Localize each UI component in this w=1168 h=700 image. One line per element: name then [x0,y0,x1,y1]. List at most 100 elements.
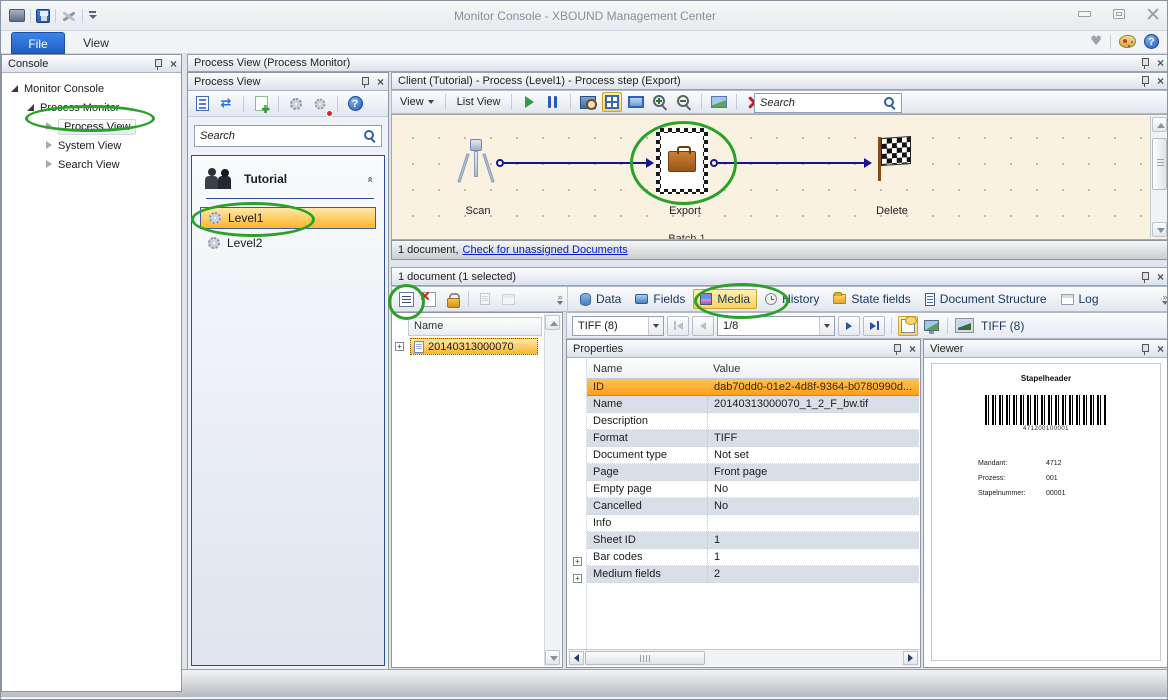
tree-item-system-view[interactable]: System View [2,136,181,155]
format-combo[interactable]: TIFF (8) [572,316,664,336]
chevron-collapsed-icon[interactable] [44,122,53,131]
row-expander-icon[interactable]: + [395,342,404,351]
property-row-medium-fields[interactable]: Medium fields2 [587,566,919,583]
help-button[interactable]: ? [345,94,365,114]
close-icon[interactable]: × [1157,75,1164,87]
diagram-search-box[interactable] [754,93,902,113]
close-icon[interactable]: × [1157,57,1164,69]
scroll-thumb[interactable] [585,651,705,665]
row-expander-icon[interactable]: + [573,557,582,566]
property-row-id[interactable]: IDdab70dd0-01e2-4d8f-9364-b0780990d... [587,379,919,396]
close-button[interactable] [1147,9,1159,19]
tab-history[interactable]: History [759,290,825,308]
pin-icon[interactable] [1140,271,1149,283]
pin-icon[interactable] [1140,57,1149,69]
zoom-in-button[interactable] [650,92,670,112]
refresh-button[interactable]: ⇄ [216,94,236,114]
property-row-cancelled[interactable]: CancelledNo [587,498,919,515]
lock-button[interactable] [442,289,462,309]
property-row-empty-page[interactable]: Empty pageNo [587,481,919,498]
toolbar-overflow-icon[interactable]: » [557,294,563,305]
delete-node-icon[interactable] [881,136,911,166]
view-dropdown[interactable]: View [396,96,438,108]
pin-icon[interactable] [360,76,369,88]
grid-view-button[interactable] [602,92,622,112]
favorites-icon[interactable]: ♥ [1090,35,1102,48]
theme-palette-icon[interactable] [1119,35,1136,48]
collapse-group-icon[interactable]: « [364,176,377,183]
pause-button[interactable] [543,92,563,112]
properties-toggle-button[interactable] [898,316,918,336]
client-group-header[interactable]: Tutorial ♥ « [192,156,384,198]
scroll-down-icon[interactable] [1152,222,1167,237]
tree-item-process-monitor[interactable]: Process Monitor [2,98,181,117]
pin-icon[interactable] [1140,343,1149,355]
pin-icon[interactable] [1140,75,1149,87]
property-row-name[interactable]: Name20140313000070_1_2_F_bw.tif [587,396,919,413]
property-row-page[interactable]: PageFront page [587,464,919,481]
tree-item-search-view[interactable]: Search View [2,155,181,174]
minimize-button[interactable] [1078,11,1091,17]
error-settings-button[interactable] [310,94,330,114]
scroll-up-icon[interactable] [545,315,560,330]
maximize-button[interactable] [1113,9,1125,19]
fit-view-button[interactable] [626,92,646,112]
close-icon[interactable]: × [377,76,384,88]
scroll-down-icon[interactable] [545,650,560,665]
scroll-up-icon[interactable] [1152,117,1167,132]
delete-document-button[interactable] [419,289,439,309]
image-button[interactable] [709,92,729,112]
scan-node-icon[interactable] [456,139,496,185]
close-icon[interactable]: × [909,343,916,355]
document-preview[interactable]: Stapelheader 471200100001 Mandant:4712 P… [931,363,1161,661]
tabs-overflow-icon[interactable]: » [1162,294,1168,305]
preview-button[interactable] [578,92,598,112]
fullscreen-button[interactable] [921,316,941,336]
last-page-button[interactable] [863,316,885,336]
new-document-button[interactable] [251,94,271,114]
tab-state-fields[interactable]: State fields [827,290,916,308]
tree-item-process-view[interactable]: Process View [2,117,181,136]
tab-fields[interactable]: Fields [629,290,691,308]
start-button[interactable] [519,92,539,112]
help-icon[interactable]: ? [1144,34,1159,49]
name-column-header[interactable]: Name [408,317,542,336]
page-combo[interactable]: 1/8 [717,316,835,336]
document-row[interactable]: 20140313000070 [410,338,538,355]
row-expander-icon[interactable]: + [573,574,582,583]
close-icon[interactable]: × [1157,343,1164,355]
process-item-level2[interactable]: Level2 [200,232,376,254]
chevron-expanded-icon[interactable] [10,84,19,93]
tab-document-structure[interactable]: Document Structure [919,290,1053,308]
chevron-down-icon[interactable] [648,317,663,335]
property-row-info[interactable]: Info [587,515,919,532]
chevron-down-icon[interactable] [819,317,834,335]
unassigned-documents-link[interactable]: Check for unassigned Documents [463,244,628,256]
close-icon[interactable]: × [1157,271,1164,283]
process-search-box[interactable] [194,125,382,147]
property-row-description[interactable]: Description [587,413,919,430]
scroll-left-icon[interactable] [569,651,584,665]
pin-icon[interactable] [153,58,162,70]
export-node-icon[interactable] [656,128,708,194]
diagram-scrollbar[interactable] [1150,116,1167,238]
process-settings-button[interactable] [286,94,306,114]
process-search-input[interactable] [200,130,364,142]
property-row-sheet-id[interactable]: Sheet ID1 [587,532,919,549]
tab-data[interactable]: Data [574,290,627,308]
process-item-level1[interactable]: Level1 [200,207,376,229]
property-row-format[interactable]: FormatTIFF [587,430,919,447]
property-row-bar-codes[interactable]: Bar codes1 [587,549,919,566]
list-scrollbar[interactable] [544,314,561,666]
zoom-out-button[interactable] [674,92,694,112]
list-view-button[interactable]: List View [453,96,505,108]
scroll-right-icon[interactable] [903,651,918,665]
scroll-thumb[interactable] [1152,138,1167,190]
close-icon[interactable]: × [170,58,177,70]
chevron-expanded-icon[interactable] [26,103,35,112]
property-row-document-type[interactable]: Document typeNot set [587,447,919,464]
tab-view[interactable]: View [71,32,121,54]
properties-hscrollbar[interactable] [568,649,919,666]
list-menu-button[interactable] [396,289,416,309]
tab-log[interactable]: Log [1055,290,1105,308]
